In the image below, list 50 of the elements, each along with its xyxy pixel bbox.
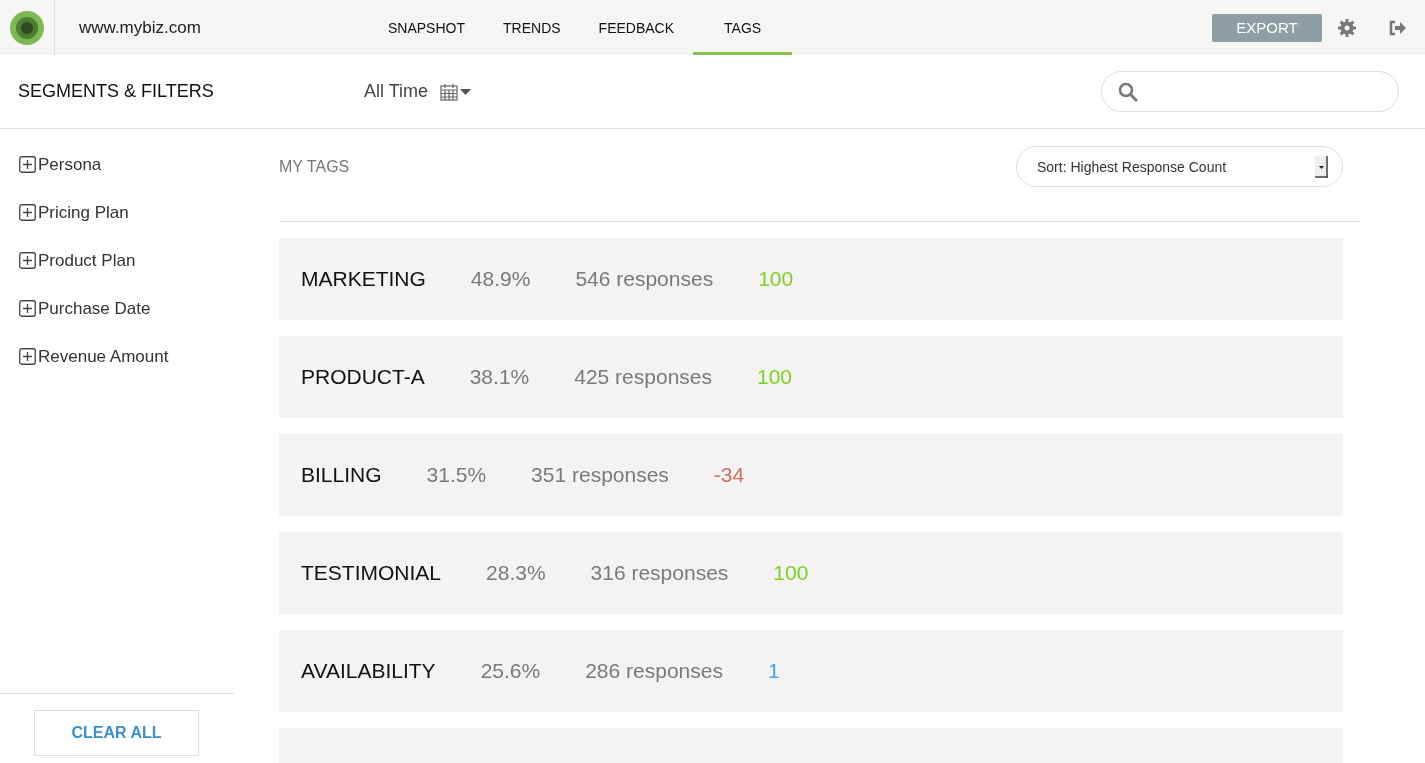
calendar-icon (440, 82, 458, 101)
filter-label[interactable]: Pricing Plan (38, 201, 129, 224)
tag-responses: 286 responses (585, 659, 723, 683)
section-title: MY TAGS (279, 157, 350, 176)
tag-percent: 38.1% (469, 365, 530, 389)
tag-name: PRODUCT-A (301, 365, 425, 389)
nav-tab[interactable]: SNAPSHOT (369, 0, 484, 55)
panel-title: SEGMENTS & FILTERS (18, 81, 215, 102)
tag-name: AVAILABILITY (301, 659, 436, 683)
expand-icon[interactable] (19, 252, 36, 269)
dropdown-icon[interactable] (1315, 155, 1328, 178)
filter-label[interactable]: Purchase Date (38, 297, 151, 320)
tag-responses: 546 responses (575, 267, 714, 291)
tag-responses: 425 responses (574, 365, 712, 389)
tag-name: TESTIMONIAL (301, 561, 442, 585)
tag-responses: 351 responses (531, 463, 669, 487)
site-name: www.mybiz.com (79, 17, 202, 38)
date-range-label[interactable]: All Time (364, 81, 428, 102)
search-icon (1118, 81, 1138, 102)
tag-name: BILLING (301, 463, 382, 487)
tag-percent: 25.6% (480, 659, 541, 683)
tag-card[interactable]: PRODUCT-A 38.1% 425 responses 100 (279, 336, 1343, 418)
settings-icon[interactable] (1338, 18, 1356, 37)
nav-tab[interactable]: TAGS (693, 0, 793, 55)
tag-responses: 316 responses (590, 561, 729, 585)
tag-percent: 48.9% (470, 267, 531, 291)
tag-score: 100 (757, 365, 793, 389)
tag-score: 1 (767, 659, 780, 683)
tag-percent: 28.3% (486, 561, 546, 585)
tag-card[interactable]: AVAILABILITY 25.6% 286 responses 1 (279, 630, 1343, 712)
tag-card[interactable]: MARKETING 48.9% 546 responses 100 (279, 238, 1343, 320)
filter-label[interactable]: Revenue Amount (38, 345, 169, 368)
nav-tab[interactable]: FEEDBACK (579, 0, 694, 55)
tag-score: 100 (758, 267, 794, 291)
tag-card[interactable]: TESTIMONIAL 28.3% 316 responses 100 (279, 532, 1343, 614)
expand-icon[interactable] (19, 300, 36, 317)
tag-card[interactable]: BILLING 31.5% 351 responses -34 (279, 434, 1343, 516)
tag-percent: 31.5% (426, 463, 487, 487)
caret-icon (460, 88, 471, 95)
logout-icon[interactable] (1388, 19, 1406, 36)
expand-icon[interactable] (19, 204, 36, 221)
tag-name: MARKETING (301, 267, 426, 291)
nav-tab[interactable]: TRENDS (484, 0, 580, 55)
tag-score: 100 (773, 561, 809, 585)
tag-score: -34 (713, 463, 745, 487)
logo-icon (10, 10, 44, 45)
filter-label[interactable]: Persona (38, 153, 102, 176)
filter-label[interactable]: Product Plan (38, 249, 136, 272)
expand-icon[interactable] (19, 156, 36, 173)
expand-icon[interactable] (19, 348, 36, 365)
